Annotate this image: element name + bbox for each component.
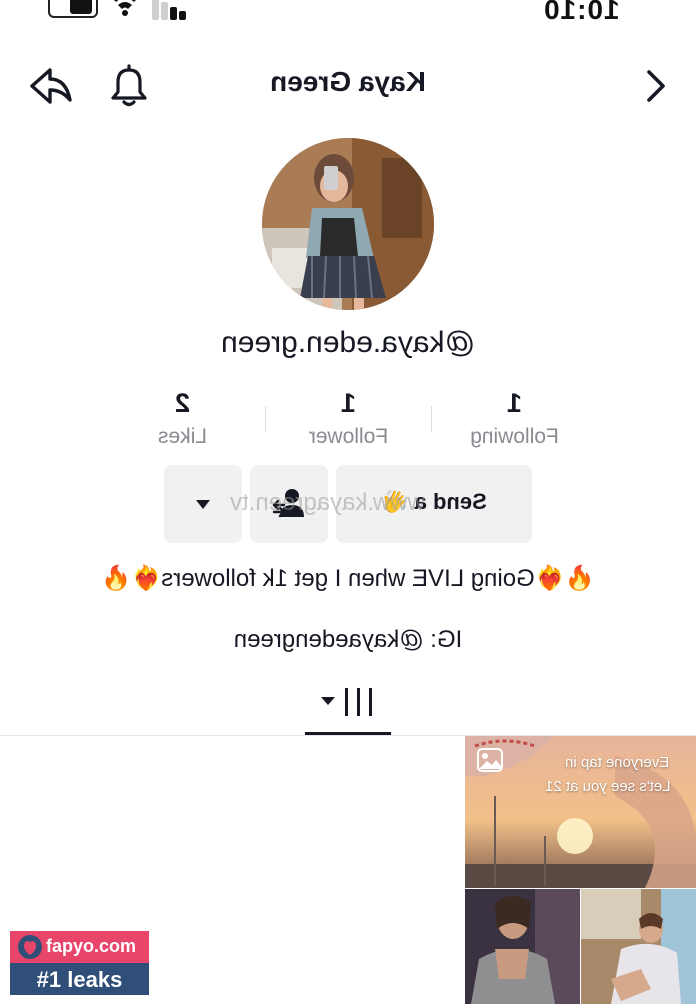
following-count: 1 <box>506 388 523 418</box>
fapyo-logo-icon <box>18 935 42 959</box>
avatar[interactable] <box>262 138 434 310</box>
likes-stat[interactable]: 2 Likes <box>100 388 265 458</box>
likes-label: Likes <box>157 425 208 448</box>
profile-stats: 2 Likes 1 Follower 1 Following <box>100 388 596 458</box>
videos-grid-icon <box>321 688 372 716</box>
website-link[interactable]: www.kayagreen.tv <box>230 489 425 517</box>
watermark-tag: #1 leaks <box>10 963 149 995</box>
wifi-icon <box>114 0 136 16</box>
status-time: 10:10 <box>543 0 620 25</box>
followers-label: Follower <box>308 425 389 448</box>
video-caption: Everyone tap in <box>565 754 670 771</box>
status-bar: 10:10 <box>0 0 696 26</box>
followers-stat[interactable]: 1 Follower <box>266 388 431 458</box>
video-thumbnail[interactable] <box>465 889 580 1004</box>
following-stat[interactable]: 1 Following <box>432 388 597 458</box>
following-label: Following <box>470 425 559 448</box>
watermark-site: fapyo.com <box>10 931 149 963</box>
bio-line: 🔥❤️‍🔥Going LIVE when I get 1k followers❤… <box>101 565 595 592</box>
bell-icon[interactable] <box>108 64 150 108</box>
profile-header: Kaya Green <box>0 56 696 116</box>
share-arrow-icon[interactable] <box>28 64 74 108</box>
chevron-right-icon[interactable] <box>644 68 668 104</box>
profile-actions: Send a 👋 www.kayagreen.tv <box>0 465 696 543</box>
photo-icon <box>477 748 503 772</box>
triangle-down-icon <box>196 500 210 509</box>
bio-instagram: IG: @kayaedengreen <box>233 626 463 653</box>
tab-videos[interactable] <box>305 680 391 736</box>
video-thumbnail[interactable] <box>581 889 696 1004</box>
video-thumbnail[interactable]: Everyone tap in Let's see you at 21 <box>465 736 696 888</box>
followers-count: 1 <box>340 388 357 418</box>
username: @kaya.eden.green <box>221 326 475 359</box>
likes-count: 2 <box>174 388 191 418</box>
watermark-site-text: fapyo.com <box>46 936 137 956</box>
video-caption: Let's see you at 21 <box>545 778 671 795</box>
cellular-signal-icon <box>150 0 190 20</box>
battery-icon <box>48 0 98 18</box>
page-title: Kaya Green <box>270 66 426 97</box>
watermark-tag-text: #1 leaks <box>36 967 123 992</box>
